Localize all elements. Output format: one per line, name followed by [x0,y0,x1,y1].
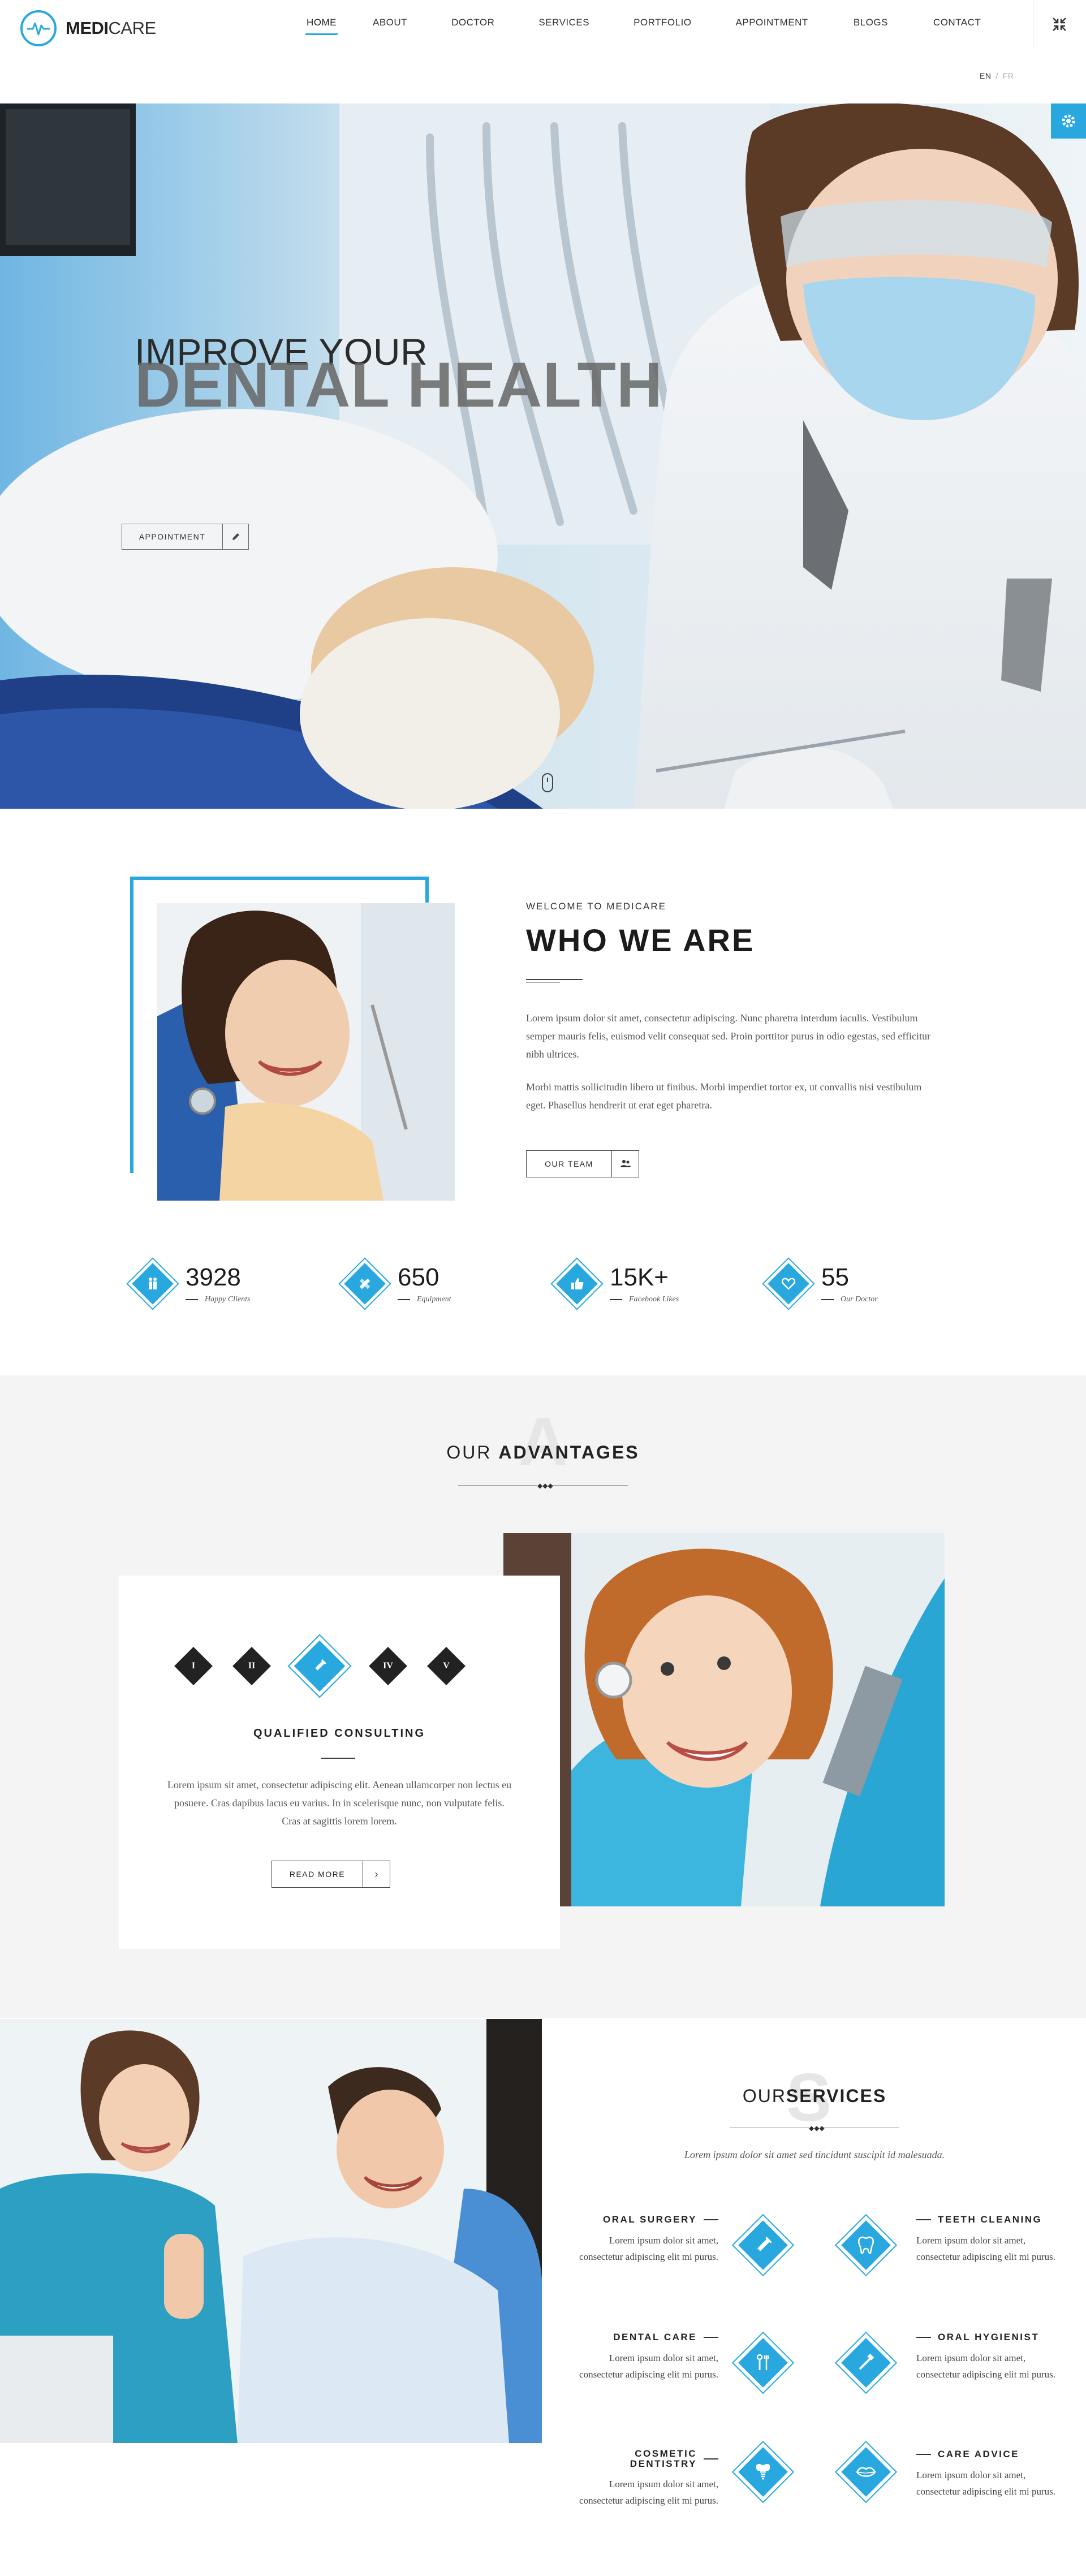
tooth-icon[interactable] [834,2213,898,2277]
dentist-and-patient-photo [0,2019,542,2443]
hero-image-dentist [0,103,1086,809]
about-eyebrow: WELCOME TO MEDICARE [526,901,667,912]
hero-heading-line2: DENTAL HEALTH [135,349,663,420]
advantage-tab-4[interactable]: IV [367,1645,410,1688]
service-text: Lorem ipsum dolor sit amet, consectetur … [916,2353,1055,2380]
service-text: Lorem ipsum dolor sit amet, consectetur … [916,2470,1055,2497]
services-subtitle: Lorem ipsum dolor sit amet sed tincidunt… [684,2149,945,2160]
service-oral-surgery[interactable]: ORAL SURGERY Lorem ipsum dolor sit amet,… [577,2214,718,2265]
service-title: TEETH CLEANING [916,2214,1058,2225]
stat-value: 55 [821,1263,849,1291]
service-text: Lorem ipsum dolor sit amet, consectetur … [579,2479,718,2506]
appointment-button-label: APPOINTMENT [139,532,206,541]
stat-label: Equipment [398,1295,451,1304]
stat-label: Facebook Likes [610,1295,679,1304]
nav-home[interactable]: HOME [305,17,338,35]
advantages-title: OUR ADVANTAGES [446,1442,640,1462]
lang-fr[interactable]: FR [1003,71,1014,80]
team-icon [611,1151,639,1177]
about-paragraph-2: Morbi mattis sollicitudin libero ut fini… [526,1081,922,1111]
service-text: Lorem ipsum dolor sit amet, consectetur … [579,2235,718,2262]
heartbeat-logo-icon [20,10,57,46]
read-more-label: READ MORE [289,1870,346,1879]
advantage-tab-3-active[interactable] [287,1634,352,1698]
advantage-tab-5[interactable]: V [425,1645,468,1688]
nav-appointment[interactable]: APPOINTMENT [736,17,808,35]
equipment-icon [338,1257,391,1310]
advantage-card-title: QUALIFIED CONSULTING [253,1727,426,1740]
service-title: CARE ADVICE [916,2449,1058,2460]
advantage-tab-2[interactable]: II [230,1645,273,1688]
stat-happy-clients: 3928 Happy Clients [126,1255,251,1312]
smiling-patient-photo [157,903,455,1201]
service-care-advice[interactable]: CARE ADVICE Lorem ipsum dolor sit amet, … [916,2449,1058,2500]
nav-doctor[interactable]: DOCTOR [451,17,494,35]
language-switcher: EN / FR [980,71,1014,80]
lips-icon[interactable] [834,2440,898,2504]
thumbs-up-icon [550,1257,604,1310]
about-paragraph-1: Lorem ipsum dolor sit amet, consectetur … [526,1012,931,1060]
lang-separator: / [996,71,998,80]
people-icon [126,1257,179,1310]
service-title: ORAL SURGERY [577,2214,718,2225]
implant-icon[interactable] [731,2440,795,2504]
brand-name: MEDICARE [66,18,156,38]
nav-blogs[interactable]: BLOGS [854,17,888,35]
title-underline [526,979,583,980]
service-oral-hygienist[interactable]: ORAL HYGIENIST Lorem ipsum dolor sit ame… [916,2332,1058,2383]
settings-gear-icon[interactable] [1051,103,1086,139]
advantages-ghost-letter: A [518,1404,568,1479]
appointment-button[interactable]: APPOINTMENT [122,524,249,550]
services-title: OURSERVICES [742,2086,887,2106]
nav-portfolio[interactable]: PORTFOLIO [634,17,691,35]
nav-contact[interactable]: CONTACT [933,17,981,35]
heart-icon [762,1257,815,1310]
logo[interactable]: MEDICARE [20,10,156,46]
title-ornament: ◆◆◆ [730,2124,899,2132]
child-patient-photo [503,1533,945,1906]
nav-about[interactable]: ABOUT [373,17,407,35]
service-title: COSMETIC DENTISTRY [630,2449,718,2469]
title-underline-thin [526,982,560,983]
stat-value: 3928 [186,1263,241,1291]
service-text: Lorem ipsum dolor sit amet, consectetur … [579,2353,718,2380]
main-nav: HOME ABOUT DOCTOR SERVICES PORTFOLIO APP… [295,17,981,35]
advantage-card-text: Lorem ipsum sit amet, consectetur adipis… [167,1779,512,1827]
lang-en[interactable]: EN [980,71,991,80]
dental-tools-icon[interactable] [731,2331,795,2394]
stat-value: 15K+ [610,1263,669,1291]
service-dental-care[interactable]: DENTAL CARE Lorem ipsum dolor sit amet, … [577,2332,718,2383]
pencil-icon [222,524,248,549]
chevron-right-icon: › [363,1861,390,1887]
card-title-underline [321,1758,355,1759]
stat-label: Our Doctor [821,1295,878,1304]
advantage-tab-1[interactable]: I [172,1645,215,1688]
advantages-card [119,1576,560,1949]
title-ornament: ◆◆◆ [458,1482,628,1490]
scroll-mouse-icon[interactable] [542,773,553,792]
service-teeth-cleaning[interactable]: TEETH CLEANING Lorem ipsum dolor sit ame… [916,2214,1058,2265]
stat-equipment: 650 Equipment [338,1255,451,1312]
syringe-icon [298,1645,341,1688]
our-team-button[interactable]: OUR TEAM [526,1150,639,1177]
fullscreen-icon[interactable] [1051,16,1068,33]
read-more-button[interactable]: READ MORE › [272,1861,390,1888]
service-title: DENTAL CARE [577,2332,718,2343]
service-cosmetic-dentistry[interactable]: COSMETIC DENTISTRY Lorem ipsum dolor sit… [577,2449,718,2509]
our-team-button-label: OUR TEAM [545,1159,593,1168]
stat-doctors: 55 Our Doctor [762,1255,878,1312]
stat-value: 650 [398,1263,439,1291]
nav-services[interactable]: SERVICES [538,17,589,35]
stat-label: Happy Clients [186,1295,251,1304]
service-title: ORAL HYGIENIST [916,2332,1058,2343]
service-text: Lorem ipsum dolor sit amet, consectetur … [916,2235,1055,2262]
toothbrush-icon[interactable] [834,2331,898,2394]
about-title: WHO WE ARE [526,922,755,958]
stat-facebook-likes: 15K+ Facebook Likes [550,1255,679,1312]
syringe-icon[interactable] [731,2213,795,2277]
